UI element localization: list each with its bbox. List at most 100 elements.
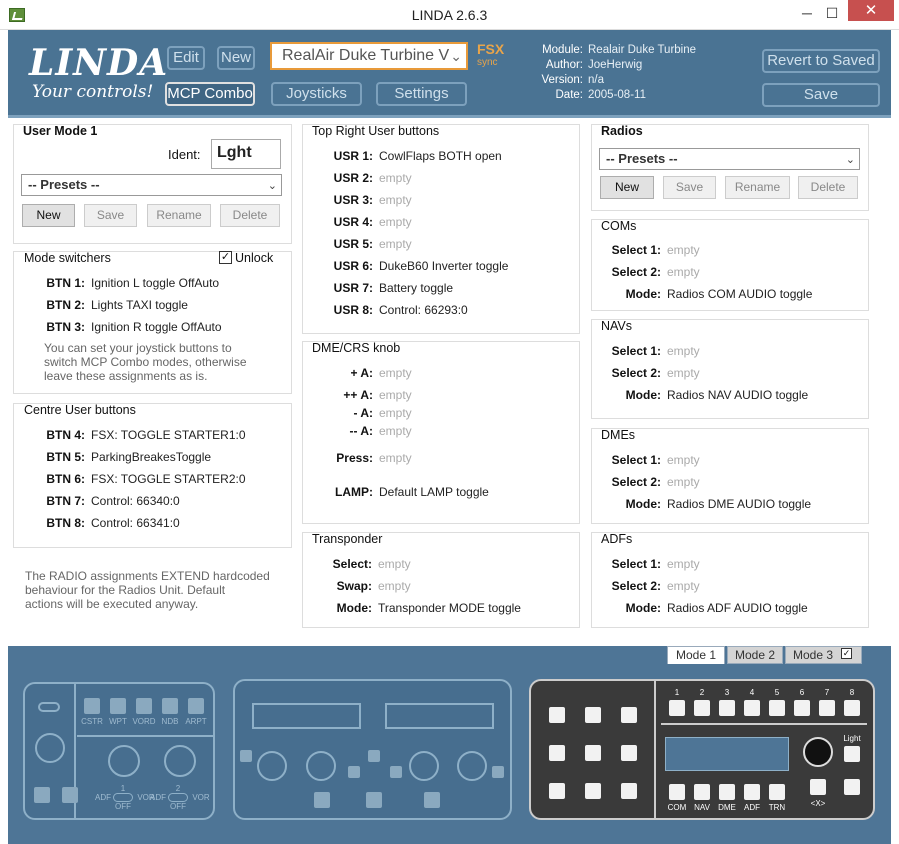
efis-nav-button[interactable]	[188, 698, 204, 714]
radio-button[interactable]	[492, 766, 504, 778]
mcp-mode-button[interactable]	[694, 784, 710, 800]
assignment-row[interactable]: BTN 1: Ignition L toggle OffAuto	[44, 276, 219, 290]
radio-button[interactable]	[366, 792, 382, 808]
assignment-row[interactable]: Mode: Radios NAV AUDIO toggle	[600, 388, 809, 402]
mcp-mode-button[interactable]	[719, 784, 735, 800]
new-module-button[interactable]: New	[217, 46, 255, 70]
tab-joysticks[interactable]: Joysticks	[271, 82, 362, 106]
assignment-row[interactable]: Select 1: empty	[600, 344, 700, 358]
minimize-button[interactable]: ─	[793, 3, 821, 23]
mcp-grid-button[interactable]	[549, 783, 565, 799]
adf-vor-2-knob[interactable]	[164, 745, 196, 777]
adf-vor-1-knob[interactable]	[108, 745, 140, 777]
assignment-row[interactable]: Press: empty	[316, 451, 411, 465]
assignment-row[interactable]: Select 2: empty	[600, 579, 700, 593]
radio-button[interactable]	[314, 792, 330, 808]
edit-module-button[interactable]: Edit	[167, 46, 205, 70]
mcp-number-button[interactable]	[694, 700, 710, 716]
efis-nav-button[interactable]	[84, 698, 100, 714]
assignment-row[interactable]: Select: empty	[316, 557, 411, 571]
assignment-row[interactable]: Select 2: empty	[600, 265, 700, 279]
assignment-row[interactable]: + A: empty	[316, 366, 411, 380]
assignment-row[interactable]: BTN 7: Control: 66340:0	[44, 494, 179, 508]
radio-knob-right-outer[interactable]	[409, 751, 439, 781]
efis-nav-button[interactable]	[162, 698, 178, 714]
radio-button[interactable]	[424, 792, 440, 808]
assignment-row[interactable]: -- A: empty	[316, 424, 411, 438]
radios-delete-button[interactable]: Delete	[798, 176, 858, 199]
radio-knob-right-inner[interactable]	[457, 751, 487, 781]
mcp-mode-button[interactable]	[769, 784, 785, 800]
assignment-row[interactable]: USR 4: empty	[316, 215, 412, 229]
radios-presets-select[interactable]: -- Presets -- ⌄	[599, 148, 860, 170]
mcp-grid-button[interactable]	[549, 745, 565, 761]
mcp-number-button[interactable]	[819, 700, 835, 716]
user-mode-rename-button[interactable]: Rename	[147, 204, 211, 227]
radio-button[interactable]	[368, 750, 380, 762]
mcp-number-button[interactable]	[719, 700, 735, 716]
mcp-number-button[interactable]	[844, 700, 860, 716]
assignment-row[interactable]: USR 3: empty	[316, 193, 412, 207]
mcp-grid-button[interactable]	[621, 783, 637, 799]
mcp-grid-button[interactable]	[585, 707, 601, 723]
assignment-row[interactable]: BTN 5: ParkingBreakesToggle	[44, 450, 211, 464]
assignment-row[interactable]: Mode: Radios COM AUDIO toggle	[600, 287, 813, 301]
adf-vor-switch[interactable]	[113, 793, 133, 802]
assignment-row[interactable]: Mode: Transponder MODE toggle	[316, 601, 521, 615]
module-select[interactable]: RealAir Duke Turbine V ⌄	[270, 42, 468, 70]
assignment-row[interactable]: Select 2: empty	[600, 475, 700, 489]
mcp-mode-button[interactable]	[744, 784, 760, 800]
user-mode-presets-select[interactable]: -- Presets -- ⌄	[21, 174, 282, 196]
mcp-grid-button[interactable]	[621, 707, 637, 723]
assignment-row[interactable]: BTN 2: Lights TAXI toggle	[44, 298, 188, 312]
radio-knob-left-inner[interactable]	[306, 751, 336, 781]
radios-save-button[interactable]: Save	[663, 176, 716, 199]
mcp-number-button[interactable]	[794, 700, 810, 716]
tab-settings[interactable]: Settings	[376, 82, 467, 106]
efis-toggle-icon[interactable]	[38, 702, 60, 712]
ident-input[interactable]: Lght	[211, 139, 281, 169]
mcp-number-button[interactable]	[744, 700, 760, 716]
assignment-row[interactable]: Swap: empty	[316, 579, 411, 593]
tab-mode-1[interactable]: Mode 1	[667, 646, 725, 664]
mcp-grid-button[interactable]	[621, 745, 637, 761]
assignment-row[interactable]: ++ A: empty	[316, 388, 411, 402]
assignment-row[interactable]: BTN 3: Ignition R toggle OffAuto	[44, 320, 221, 334]
efis-knob[interactable]	[35, 733, 65, 763]
assignment-row[interactable]: USR 5: empty	[316, 237, 412, 251]
unlock-checkbox[interactable]: ✓	[219, 251, 232, 264]
assignment-row[interactable]: BTN 8: Control: 66341:0	[44, 516, 179, 530]
user-mode-save-button[interactable]: Save	[84, 204, 137, 227]
user-mode-new-button[interactable]: New	[22, 204, 75, 227]
assignment-row[interactable]: LAMP: Default LAMP toggle	[316, 485, 489, 499]
mcp-grid-button[interactable]	[585, 745, 601, 761]
assignment-row[interactable]: Mode: Radios DME AUDIO toggle	[600, 497, 811, 511]
radio-button[interactable]	[240, 750, 252, 762]
tab-mcp-combo[interactable]: MCP Combo	[165, 82, 255, 106]
assignment-row[interactable]: Mode: Radios ADF AUDIO toggle	[600, 601, 808, 615]
revert-to-saved-button[interactable]: Revert to Saved	[762, 49, 880, 73]
assignment-row[interactable]: USR 6: DukeB60 Inverter toggle	[316, 259, 509, 273]
light-button[interactable]	[844, 746, 860, 762]
efis-button[interactable]	[34, 787, 50, 803]
assignment-row[interactable]: - A: empty	[316, 406, 411, 420]
x-button[interactable]	[810, 779, 826, 795]
close-button[interactable]: ✕	[848, 0, 894, 21]
assignment-row[interactable]: USR 7: Battery toggle	[316, 281, 453, 295]
mcp-grid-button[interactable]	[585, 783, 601, 799]
radio-knob-left-outer[interactable]	[257, 751, 287, 781]
assignment-row[interactable]: USR 1: CowlFlaps BOTH open	[316, 149, 502, 163]
assignment-row[interactable]: USR 2: empty	[316, 171, 412, 185]
efis-nav-button[interactable]	[136, 698, 152, 714]
assignment-row[interactable]: Select 1: empty	[600, 243, 700, 257]
assignment-row[interactable]: USR 8: Control: 66293:0	[316, 303, 468, 317]
maximize-button[interactable]: ☐	[818, 3, 846, 23]
tab-mode-2[interactable]: Mode 2	[727, 646, 783, 664]
efis-nav-button[interactable]	[110, 698, 126, 714]
assignment-row[interactable]: BTN 6: FSX: TOGGLE STARTER2:0	[44, 472, 245, 486]
mcp-button[interactable]	[844, 779, 860, 795]
radios-new-button[interactable]: New	[600, 176, 654, 199]
assignment-row[interactable]: BTN 4: FSX: TOGGLE STARTER1:0	[44, 428, 245, 442]
radios-rename-button[interactable]: Rename	[725, 176, 790, 199]
efis-button[interactable]	[62, 787, 78, 803]
